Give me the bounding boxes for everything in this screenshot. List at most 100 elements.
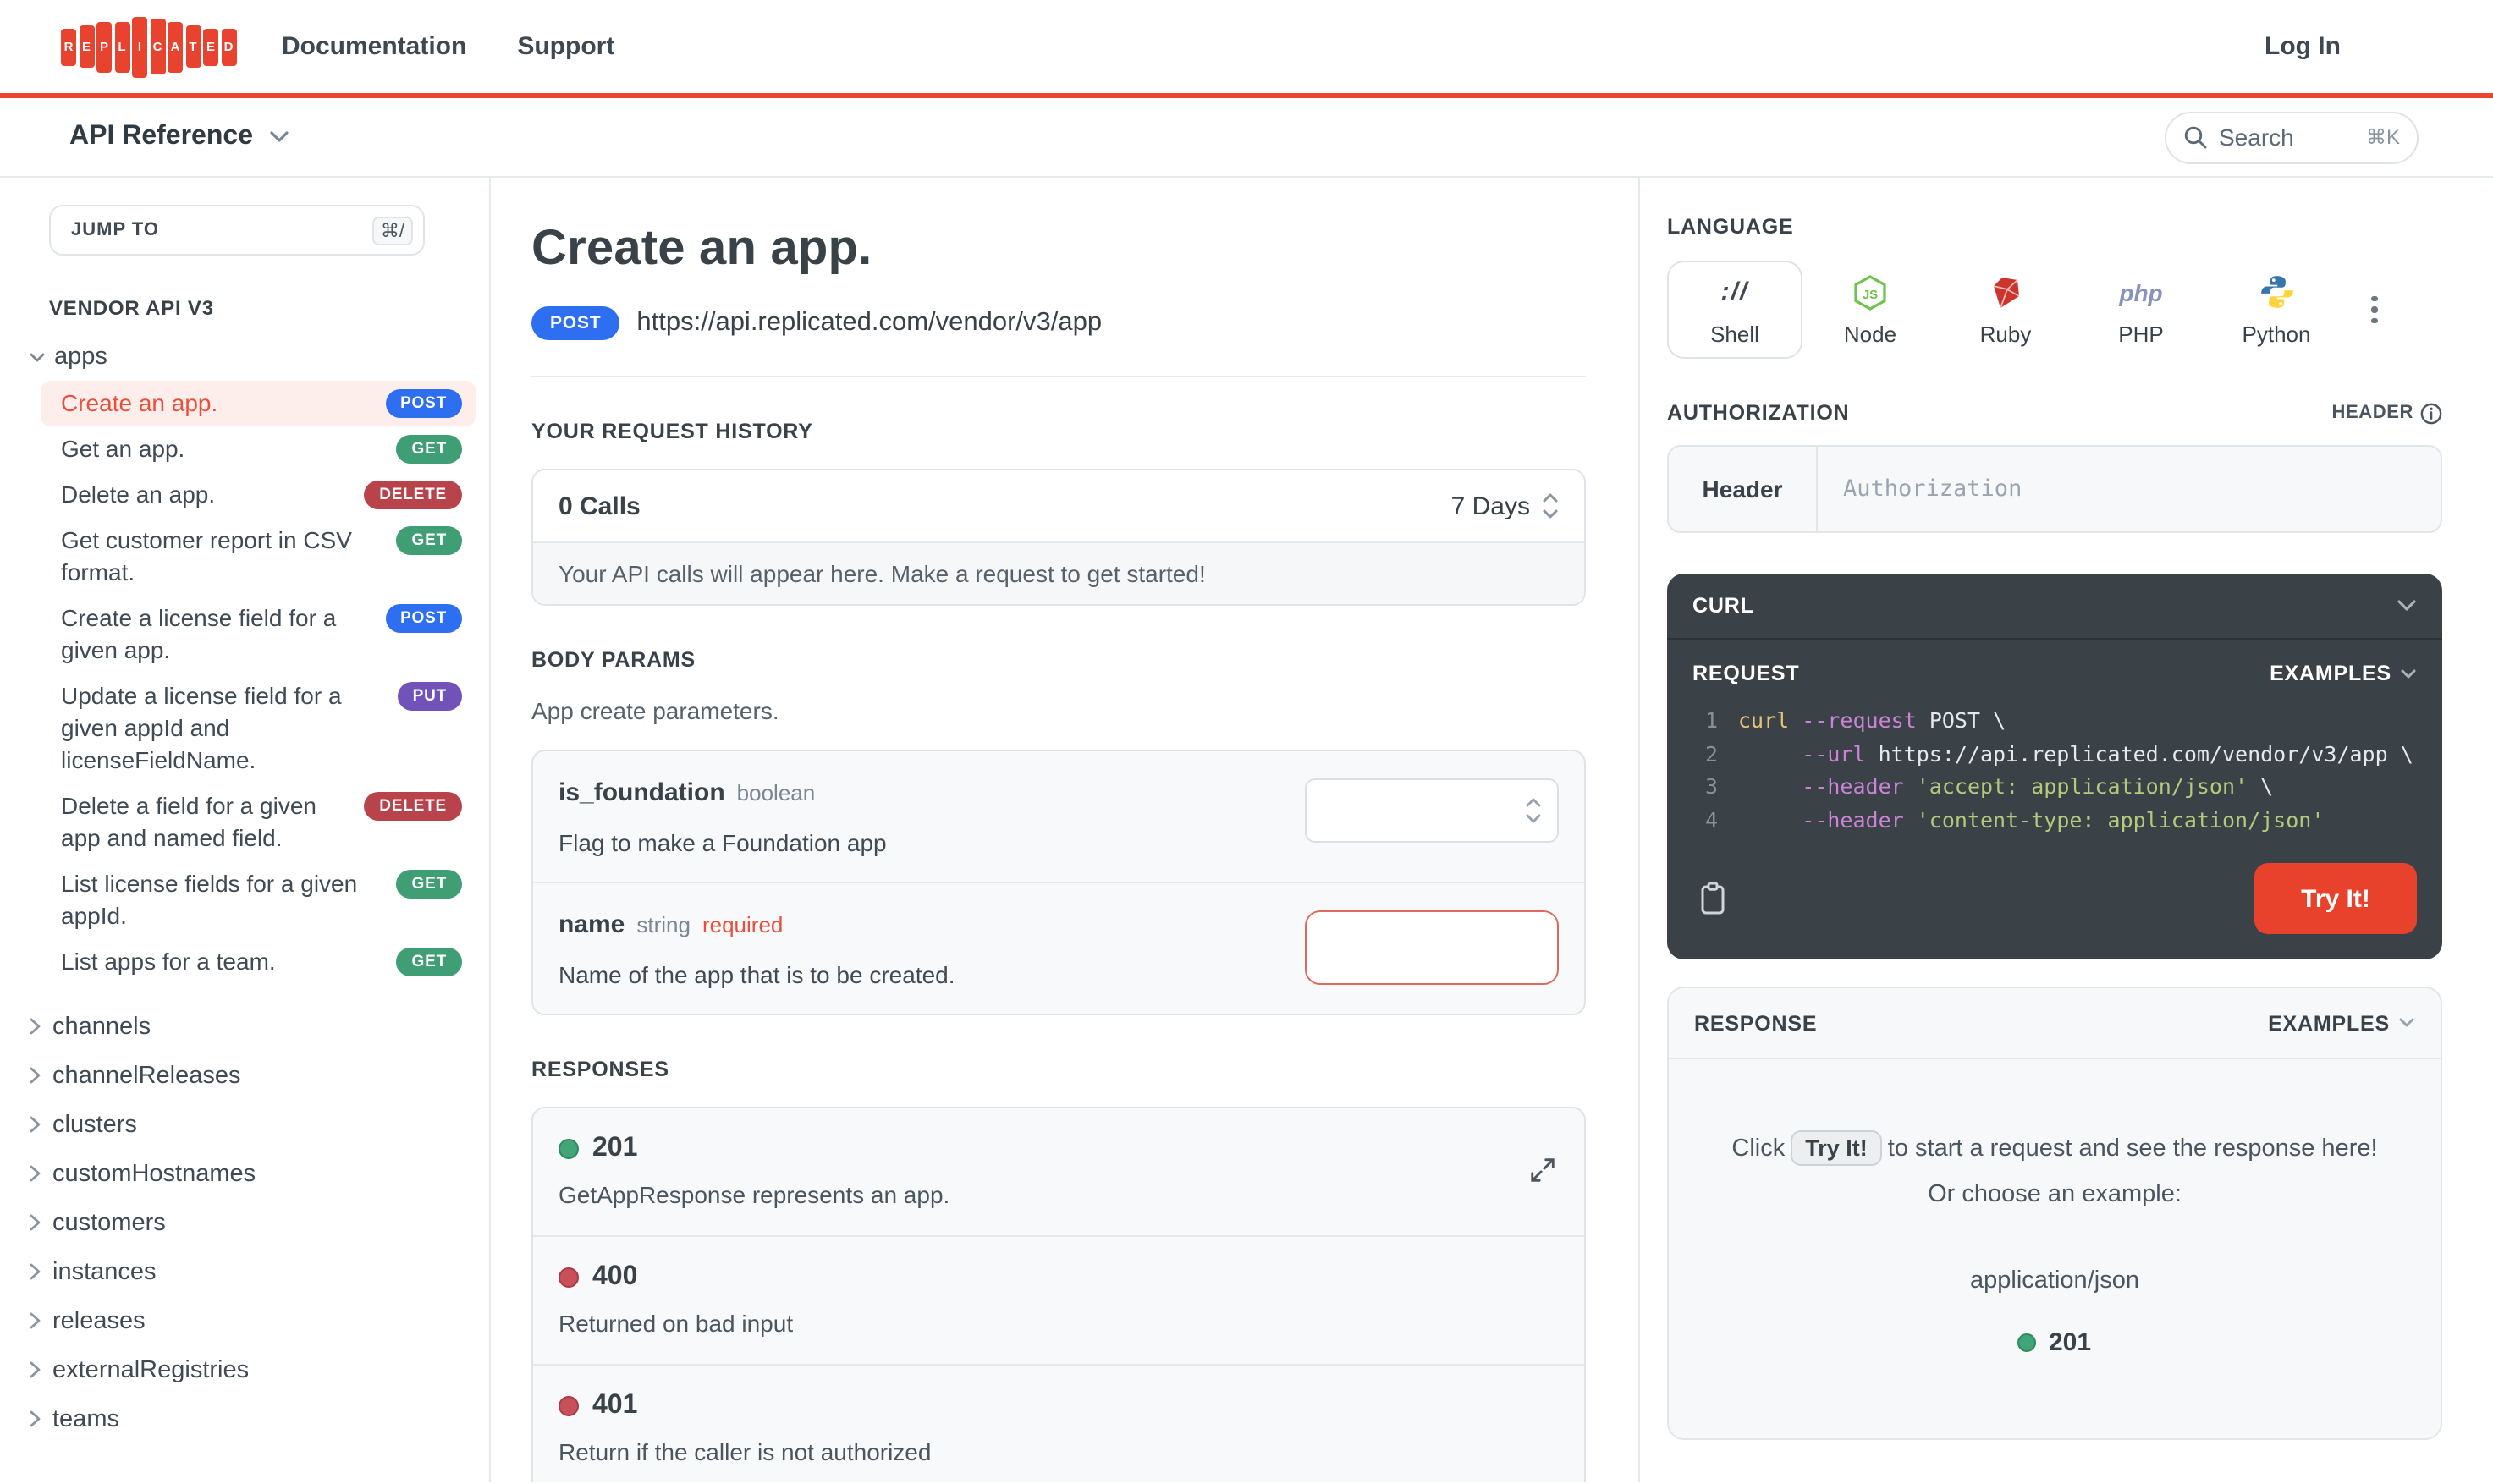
jump-to-button[interactable]: JUMP TO ⌘/ <box>49 205 425 256</box>
sidebar-group-externalregistries[interactable]: externalRegistries <box>29 1345 489 1394</box>
example-201-link[interactable]: 201 <box>2017 1328 2091 1357</box>
chevron-down-icon <box>2399 1018 2414 1027</box>
sidebar-group-customhostnames[interactable]: customHostnames <box>29 1149 489 1198</box>
login-link[interactable]: Log In <box>2265 32 2341 61</box>
endpoint-url: https://api.replicated.com/vendor/v3/app <box>636 308 1103 337</box>
sidebar-item-delete-an-app[interactable]: Delete an app. DELETE <box>41 472 476 518</box>
response-row-400[interactable]: 400 Returned on bad input <box>533 1235 1584 1364</box>
language-python[interactable]: Python <box>2209 261 2344 359</box>
sidebar-item-list-apps-for-a-team[interactable]: List apps for a team. GET <box>41 939 476 985</box>
method-badge: GET <box>396 526 462 555</box>
info-icon[interactable] <box>2420 402 2442 424</box>
response-row-401[interactable]: 401 Return if the caller is not authorize… <box>533 1364 1584 1482</box>
top-header: REPLICATED Documentation Support Log In <box>0 0 2493 93</box>
history-empty-message: Your API calls will appear here. Make a … <box>533 541 1584 604</box>
param-type: string <box>636 912 691 937</box>
auth-type-label: HEADER <box>2331 403 2413 423</box>
method-badge: DELETE <box>364 481 462 509</box>
nav-support[interactable]: Support <box>517 32 614 61</box>
page: REPLICATED Documentation Support Log In … <box>0 0 2493 1484</box>
sidebar-item-label: Get customer report in CSV format. <box>61 526 352 585</box>
svg-text:JS: JS <box>1863 287 1878 301</box>
page-title: Create an app. <box>531 222 872 276</box>
is-foundation-select[interactable] <box>1305 778 1559 843</box>
empty-line1-prefix: Click <box>1731 1135 1786 1162</box>
sidebar-group-label: releases <box>52 1307 146 1334</box>
php-icon: php <box>2119 278 2163 305</box>
sidebar-group-teams[interactable]: teams <box>29 1394 489 1443</box>
logo-letter-tile: R <box>61 28 76 65</box>
param-type: boolean <box>736 780 816 805</box>
python-icon <box>2259 273 2294 311</box>
logo-letter-tile: P <box>96 21 112 72</box>
replicated-logo[interactable]: REPLICATED <box>61 16 236 77</box>
sidebar-group-channels[interactable]: channels <box>29 1002 489 1051</box>
chevron-right-icon <box>30 1312 41 1329</box>
search-box[interactable]: ⌘K <box>2165 111 2419 163</box>
sidebar-group-releases[interactable]: releases <box>29 1296 489 1345</box>
sidebar-item-delete-a-field-for-a-given-app-and-named-field[interactable]: Delete a field for a given app and named… <box>41 783 476 861</box>
curl-panel: CURL REQUEST EXAMPLES 1 curl --request PO… <box>1667 574 2442 959</box>
try-it-button[interactable]: Try It! <box>2254 863 2417 934</box>
auth-type-badge: HEADER <box>2332 402 2443 424</box>
language-overflow-menu[interactable] <box>2361 286 2387 334</box>
sidebar-group-label: apps <box>54 344 107 371</box>
chevron-right-icon <box>30 1410 41 1427</box>
sidebar-group-label: channels <box>52 1013 151 1040</box>
success-status-dot <box>2017 1333 2037 1352</box>
sidebar-item-list-license-fields-for-a-given-appid[interactable]: List license fields for a given appId. GE… <box>41 861 476 939</box>
logo-letter-tile: L <box>114 21 129 72</box>
language-node[interactable]: JS Node <box>1802 261 1938 359</box>
chevron-down-icon <box>30 352 45 361</box>
authorization-heading: AUTHORIZATION <box>1667 401 1850 425</box>
param-description: Flag to make a Foundation app <box>559 829 887 856</box>
request-examples-dropdown[interactable]: EXAMPLES <box>2270 662 2417 685</box>
line-number: 4 <box>1704 806 1718 832</box>
request-label: REQUEST <box>1692 662 1800 685</box>
param-row-name: name string required Name of the app tha… <box>533 882 1584 1014</box>
sidebar-item-label: Get an app. <box>61 435 185 462</box>
sidebar-group-instances[interactable]: instances <box>29 1247 489 1296</box>
project-switcher[interactable]: API Reference <box>69 122 289 152</box>
response-examples-dropdown[interactable]: EXAMPLES <box>2268 1011 2415 1035</box>
search-input[interactable] <box>2219 124 2354 151</box>
sidebar-group-customers[interactable]: customers <box>29 1198 489 1247</box>
sidebar-group-channelreleases[interactable]: channelReleases <box>29 1051 489 1100</box>
response-code: 401 <box>592 1391 638 1420</box>
history-range-select[interactable]: 7 Days <box>1451 492 1559 520</box>
logo-letter-tile: E <box>203 28 218 65</box>
chevron-right-icon <box>30 1214 41 1231</box>
sidebar-group-apps[interactable]: apps <box>29 344 489 371</box>
sidebar-item-create-a-license-field-for-a-given-app[interactable]: Create a license field for a given app. P… <box>41 596 476 673</box>
sidebar-item-update-a-license-field-for-a-given-appid-and-licensefieldname[interactable]: Update a license field for a given appId… <box>41 673 476 783</box>
divider <box>531 376 1586 377</box>
request-history-heading: YOUR REQUEST HISTORY <box>531 420 813 443</box>
language-shell[interactable]: :// Shell <box>1667 261 1802 359</box>
sidebar-group-clusters[interactable]: clusters <box>29 1100 489 1149</box>
logo-letter-tile: T <box>185 25 201 68</box>
line-number: 3 <box>1704 773 1718 799</box>
response-empty-state: Click Try It! to start a request and see t… <box>1669 1059 2441 1438</box>
response-description: GetAppResponse represents an app. <box>559 1181 950 1208</box>
code-line: 3 --header 'accept: application/json' \ <box>1684 770 2419 803</box>
language-ruby[interactable]: Ruby <box>1938 261 2073 359</box>
copy-code-button[interactable] <box>1692 875 1733 922</box>
language-label: Python <box>2242 321 2311 346</box>
expand-response-icon[interactable] <box>1528 1156 1557 1193</box>
auth-field-label: Header <box>1669 447 1818 531</box>
response-row-201[interactable]: 201 GetAppResponse represents an app. <box>533 1108 1584 1235</box>
name-param-input[interactable] <box>1305 910 1559 985</box>
history-range-value: 7 Days <box>1450 492 1530 520</box>
curl-panel-header[interactable]: CURL <box>1667 574 2442 640</box>
language-php[interactable]: php PHP <box>2073 261 2209 359</box>
chevron-down-icon <box>2397 600 2416 611</box>
line-number: 1 <box>1704 707 1718 733</box>
sidebar-item-create-an-app[interactable]: Create an app. POST <box>41 381 476 426</box>
nav-documentation[interactable]: Documentation <box>282 32 466 61</box>
sidebar-item-get-customer-report-in-csv-format[interactable]: Get customer report in CSV format. GET <box>41 518 476 596</box>
code-line: 2 --url https://api.replicated.com/vendo… <box>1684 737 2419 770</box>
sidebar-item-get-an-app[interactable]: Get an app. GET <box>41 426 476 472</box>
authorization-input[interactable] <box>1818 447 2441 531</box>
examples-label: EXAMPLES <box>2268 1011 2390 1035</box>
node-icon: JS <box>1852 273 1889 311</box>
